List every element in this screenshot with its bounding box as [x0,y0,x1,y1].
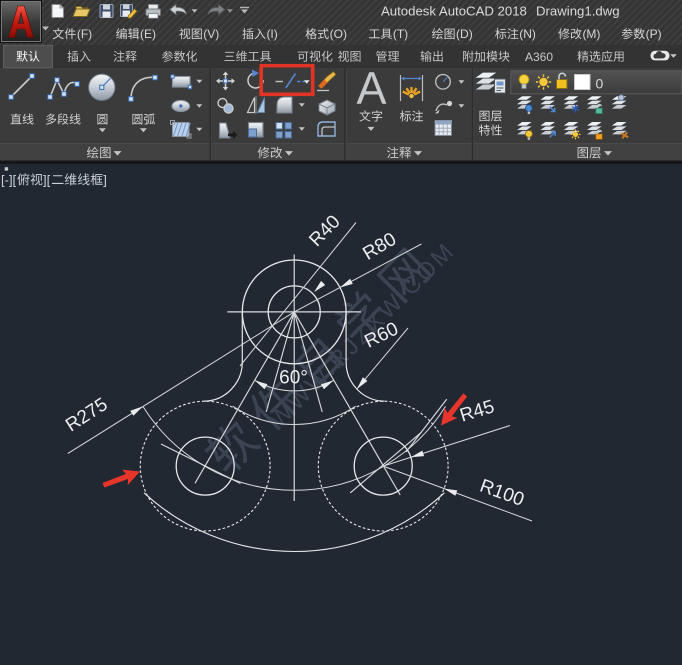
svg-text:(D): (D) [456,27,473,41]
svg-text:(N): (N) [519,27,536,41]
svg-text:][: ][ [43,172,51,187]
svg-text:(O): (O) [330,27,347,41]
svg-text:60°: 60° [279,368,308,389]
svg-text:A360: A360 [525,50,553,64]
svg-text:(E): (E) [140,27,156,41]
svg-text:]: ] [103,172,107,187]
svg-text:Drawing1.dwg: Drawing1.dwg [536,4,620,19]
svg-text:(F): (F) [77,27,92,41]
svg-text:Autodesk AutoCAD 2018: Autodesk AutoCAD 2018 [381,4,527,19]
svg-text:(I): (I) [266,27,277,41]
svg-text:(T): (T) [393,27,408,41]
svg-text:[-][: [-][ [1,172,17,187]
svg-text:A: A [357,63,387,114]
svg-text:0: 0 [596,76,604,92]
svg-text:(V): (V) [203,27,219,41]
svg-text:(P): (P) [646,27,662,41]
svg-text:(M): (M) [582,27,600,41]
